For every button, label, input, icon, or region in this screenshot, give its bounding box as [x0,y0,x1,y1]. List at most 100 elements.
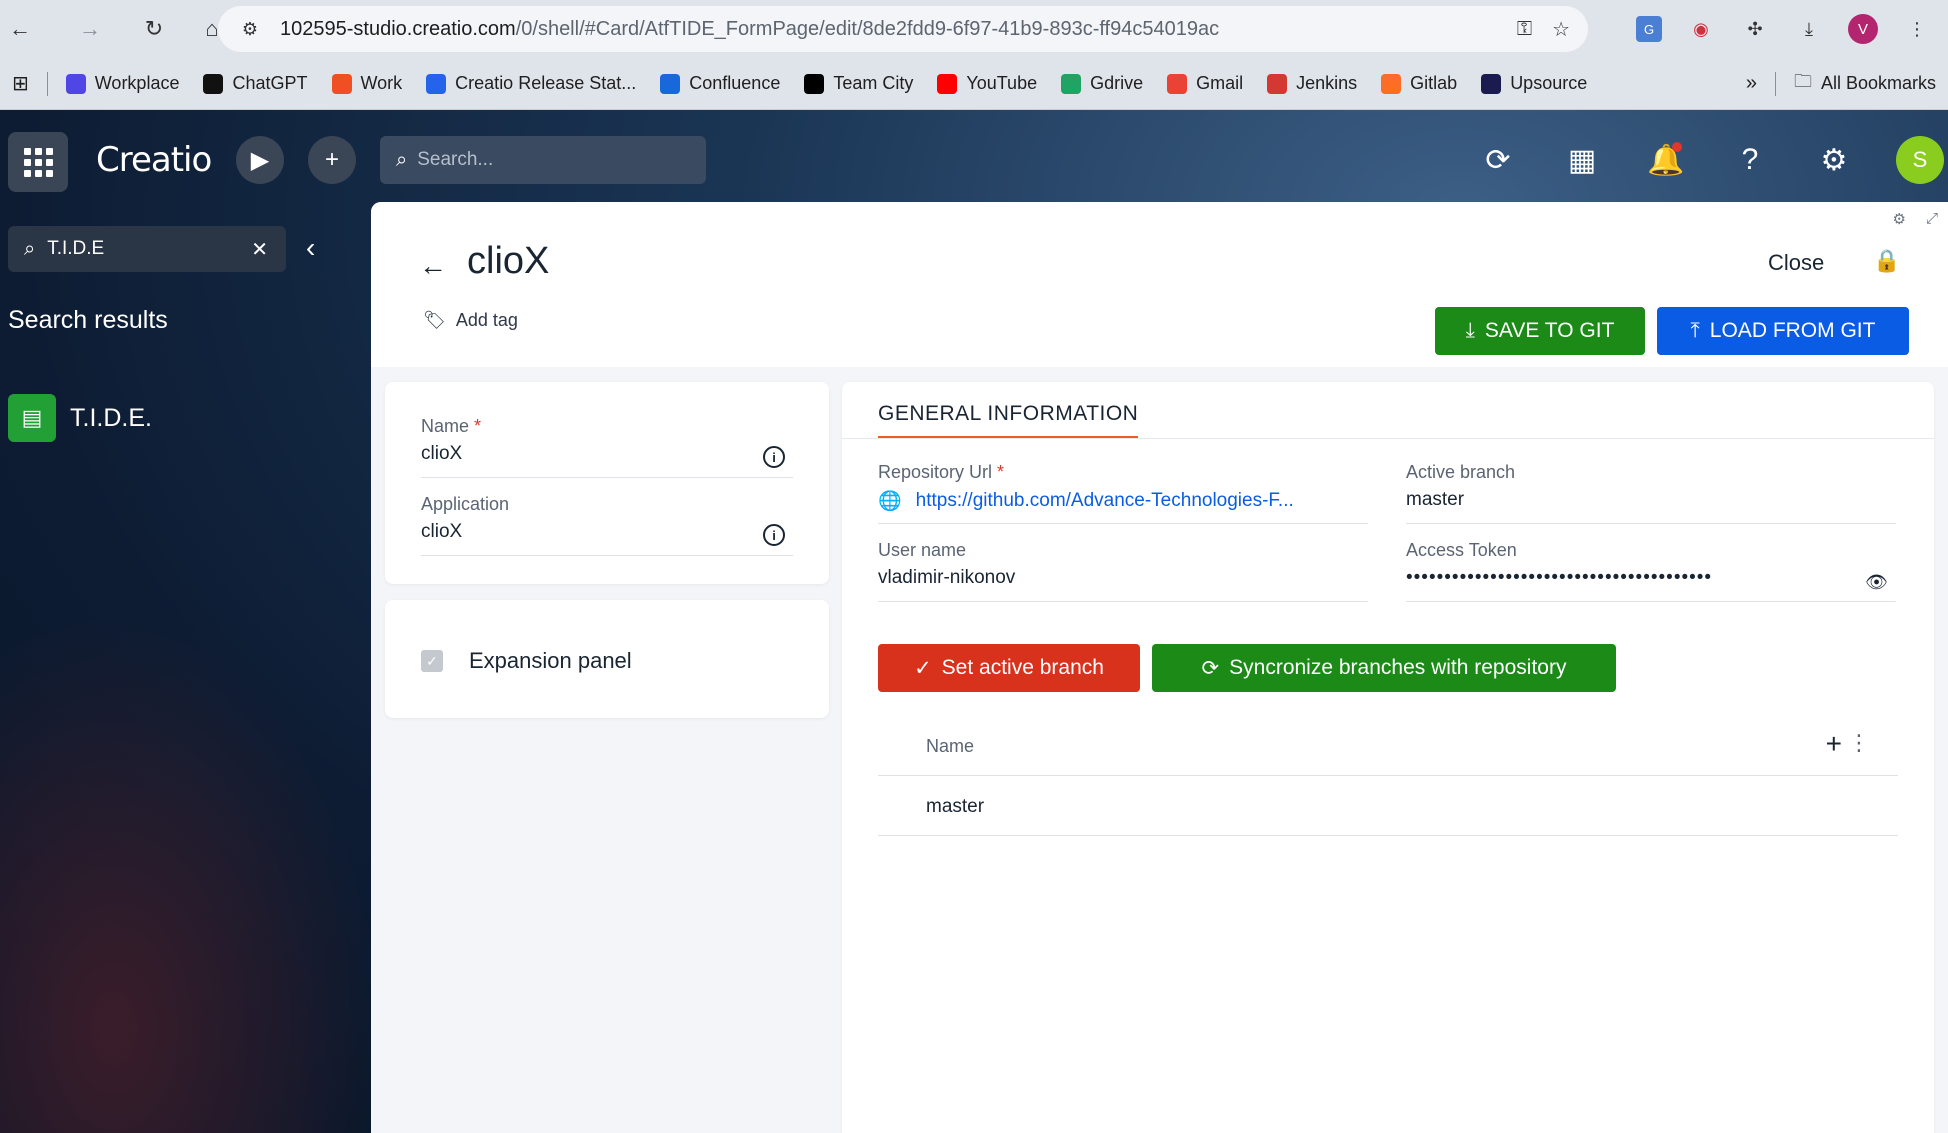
sync-branches-button[interactable]: ⟳ Syncronize branches with repository [1152,644,1616,692]
info-icon[interactable]: i [763,446,785,468]
folder-icon: 🗀 [1793,70,1812,91]
repository-url-label: Repository Url [878,462,993,482]
bookmark-favicon-icon [1267,73,1288,94]
global-search-input[interactable]: ⌕ Search... [380,136,706,184]
add-row-plus-icon[interactable]: + [1826,728,1842,760]
bookmark-favicon-icon [660,73,681,94]
save-to-git-label: SAVE TO GIT [1484,319,1615,342]
repository-url-value[interactable]: 🌐 https://github.com/Advance-Technologies… [878,489,1368,513]
bookmark-star-icon[interactable]: ☆ [1552,17,1570,42]
repository-url-field[interactable]: Repository Url * 🌐 https://github.com/Adv… [878,462,1368,524]
creatio-logo[interactable]: Creatio [96,140,212,180]
expand-toggle-checkbox[interactable]: ✓ [421,650,443,672]
column-header-name[interactable]: Name [926,736,974,757]
branches-table-header: Name + ⋮ [878,718,1898,776]
creatio-app: Creatio ▶ + ⌕ Search... ⟳ ▦ 🔔 ? ⚙ S ⌕ T.… [0,110,1948,1133]
app-launcher-button[interactable] [8,132,68,192]
bookmark-item[interactable]: Confluence [648,73,792,94]
address-bar[interactable]: ⚙ 102595-studio.creatio.com/0/shell/#Car… [218,6,1588,52]
card-back-arrow-icon[interactable]: ← [419,250,447,282]
forward-arrow-icon[interactable]: → [70,9,110,49]
load-from-git-button[interactable]: ⤒ LOAD FROM GIT [1657,307,1909,355]
download-icon[interactable]: ⤓ [1794,14,1824,44]
access-token-field[interactable]: Access Token •••••••••••••••••••••••••••… [1406,540,1896,602]
more-bookmarks-icon[interactable]: » [1734,72,1769,95]
help-icon[interactable]: ? [1728,138,1772,182]
application-field[interactable]: Application clioX i [421,494,793,556]
application-value: clioX [421,521,463,542]
bookmark-item[interactable]: Workplace [54,73,192,94]
search-results-title: Search results [8,306,168,334]
bookmark-item[interactable]: Work [320,73,415,94]
reload-icon[interactable]: ↻ [134,9,174,49]
bookmark-item[interactable]: Gitlab [1369,73,1469,94]
studio-icon[interactable]: ⟳ [1476,138,1520,182]
bookmark-label: Jenkins [1296,73,1358,93]
bookmark-item[interactable]: YouTube [925,73,1049,94]
expand-icon[interactable]: ⤢ [1926,210,1938,228]
bookmark-item[interactable]: Jenkins [1255,73,1369,94]
password-key-icon[interactable]: ⚿ [1517,18,1532,41]
record-card: ⚙ ⤢ ← clioX 🏷 Add tag Close 🔒 ⤓ SAVE TO … [371,202,1948,1133]
search-result-item[interactable]: ▤ T.I.D.E. [8,394,152,442]
tag-icon: 🏷 [423,310,446,330]
name-field[interactable]: Name * clioX i [421,416,793,478]
user-name-field[interactable]: User name vladimir-nikonov [878,540,1368,602]
table-more-options-icon[interactable]: ⋮ [1848,730,1870,756]
collapse-panel-chevron-icon[interactable]: ‹ [306,232,315,264]
run-process-button[interactable]: ▶ [236,136,284,184]
sync-branches-label: Syncronize branches with repository [1229,656,1567,679]
application-label: Application [421,494,510,514]
bookmark-favicon-icon [804,73,825,94]
page-title: clioX [467,240,550,282]
bookmark-favicon-icon [937,73,958,94]
bookmark-item[interactable]: ChatGPT [191,73,319,94]
translate-extension-icon[interactable]: G [1636,16,1662,42]
show-password-eye-icon[interactable]: 👁 [1865,572,1888,593]
close-button[interactable]: Close [1768,250,1824,276]
save-to-git-button[interactable]: ⤓ SAVE TO GIT [1435,307,1645,355]
bookmark-favicon-icon [1481,73,1502,94]
table-row[interactable]: master [878,776,1898,836]
notifications-bell-icon[interactable]: 🔔 [1644,138,1688,182]
active-branch-field[interactable]: Active branch master [1406,462,1896,524]
search-result-label: T.I.D.E. [70,403,152,432]
url-path: /0/shell/#Card/AtfTIDE_FormPage/edit/8de… [515,17,1220,40]
bookmark-item[interactable]: Team City [792,73,925,94]
app-hub-icon[interactable]: ▦ [1560,138,1604,182]
bookmark-item[interactable]: Gdrive [1049,73,1155,94]
bookmark-item[interactable]: Gmail [1155,73,1255,94]
bookmark-favicon-icon [65,73,86,94]
expansion-panel[interactable]: ✓ Expansion panel [385,600,829,718]
check-icon: ✓ [914,656,932,680]
lock-icon[interactable]: 🔒 [1873,248,1900,274]
extensions-puzzle-icon[interactable]: ✣ [1740,14,1770,44]
apps-grid-icon[interactable]: ⊞ [0,71,41,96]
create-new-button[interactable]: + [308,136,356,184]
all-bookmarks[interactable]: 🗀 All Bookmarks [1782,69,1948,99]
settings-gear-icon[interactable]: ⚙ [1812,138,1856,182]
notification-badge [1672,142,1682,152]
plus-icon: + [324,146,339,173]
clear-search-icon[interactable]: ✕ [251,237,268,262]
bookmark-label: Work [360,73,403,93]
user-name-value: vladimir-nikonov [878,567,1016,588]
bookmark-favicon-icon [331,73,352,94]
global-search-placeholder: Search... [417,149,494,170]
bookmark-label: Workplace [94,73,180,93]
set-active-branch-button[interactable]: ✓ Set active branch [878,644,1140,692]
vpn-extension-icon[interactable]: ◉ [1686,14,1716,44]
card-header: ⚙ ⤢ ← clioX 🏷 Add tag Close 🔒 ⤓ SAVE TO … [371,202,1948,367]
add-tag-button[interactable]: 🏷 Add tag [423,310,518,331]
user-avatar[interactable]: S [1896,136,1944,184]
tab-general-information[interactable]: GENERAL INFORMATION [878,402,1139,439]
site-settings-icon[interactable]: ⚙ [230,19,270,40]
info-icon[interactable]: i [763,524,785,546]
bookmark-item[interactable]: Creatio Release Stat... [414,73,648,94]
browser-menu-icon[interactable]: ⋮ [1902,14,1932,44]
card-settings-icon[interactable]: ⚙ [1893,210,1906,228]
bookmark-item[interactable]: Upsource [1469,73,1599,94]
browser-profile-avatar[interactable]: V [1848,14,1878,44]
section-search-input[interactable]: ⌕ T.I.D.E ✕ [8,226,286,272]
back-arrow-icon[interactable]: ← [0,9,40,49]
